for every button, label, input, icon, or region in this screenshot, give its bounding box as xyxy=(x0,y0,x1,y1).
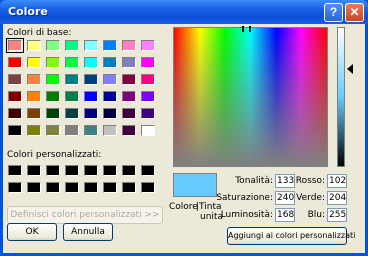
basic-swatch[interactable] xyxy=(103,57,117,68)
color-preview-swatch xyxy=(173,173,217,197)
basic-swatch[interactable] xyxy=(46,125,60,136)
basic-swatch[interactable] xyxy=(65,125,79,136)
custom-swatch[interactable] xyxy=(122,165,136,176)
basic-swatch[interactable] xyxy=(6,38,24,53)
green-field[interactable]: 204 xyxy=(327,191,347,205)
green-label: Verde: xyxy=(296,193,325,203)
basic-swatch[interactable] xyxy=(8,125,22,136)
preview-color-label: Colore xyxy=(169,202,198,212)
luminosity-arrow-icon[interactable] xyxy=(347,64,353,74)
basic-swatch[interactable] xyxy=(84,74,98,85)
cancel-button[interactable]: Annulla xyxy=(63,223,113,241)
basic-swatch[interactable] xyxy=(141,108,155,119)
luminosity-label: Luminosità: xyxy=(220,210,273,220)
basic-swatch[interactable] xyxy=(122,74,136,85)
basic-swatch[interactable] xyxy=(141,125,155,136)
red-label: Rosso: xyxy=(295,176,325,186)
titlebar[interactable]: Colore ? ✕ xyxy=(0,0,368,24)
basic-swatch[interactable] xyxy=(84,40,98,51)
luminosity-bar[interactable] xyxy=(337,27,345,167)
basic-swatch[interactable] xyxy=(65,91,79,102)
basic-swatch[interactable] xyxy=(103,74,117,85)
custom-swatch[interactable] xyxy=(46,182,60,193)
basic-swatch[interactable] xyxy=(65,74,79,85)
basic-swatch[interactable] xyxy=(8,57,22,68)
red-field[interactable]: 102 xyxy=(327,174,347,188)
help-button[interactable]: ? xyxy=(324,3,343,22)
color-dialog: Colore ? ✕ Colori di base: Colori person… xyxy=(0,0,368,256)
custom-swatch[interactable] xyxy=(103,182,117,193)
basic-swatch[interactable] xyxy=(27,57,41,68)
basic-swatch[interactable] xyxy=(27,74,41,85)
blue-field[interactable]: 255 xyxy=(327,208,347,222)
basic-swatch[interactable] xyxy=(46,74,60,85)
basic-swatch[interactable] xyxy=(141,40,155,51)
custom-swatch[interactable] xyxy=(27,165,41,176)
saturation-field[interactable]: 240 xyxy=(275,191,295,205)
basic-colors-label: Colori di base: xyxy=(7,28,72,38)
custom-swatch[interactable] xyxy=(84,165,98,176)
basic-swatch[interactable] xyxy=(8,91,22,102)
spectrum-crosshair-icon xyxy=(242,26,251,32)
dialog-body: Colori di base: Colori personalizzati: D… xyxy=(3,24,365,253)
basic-swatch[interactable] xyxy=(65,57,79,68)
basic-swatch[interactable] xyxy=(103,108,117,119)
basic-swatch[interactable] xyxy=(84,57,98,68)
basic-swatch[interactable] xyxy=(103,91,117,102)
custom-swatch[interactable] xyxy=(84,182,98,193)
basic-swatch[interactable] xyxy=(84,108,98,119)
basic-swatch[interactable] xyxy=(103,125,117,136)
custom-swatch[interactable] xyxy=(122,182,136,193)
basic-swatch[interactable] xyxy=(8,108,22,119)
ok-button[interactable]: OK xyxy=(7,223,57,241)
basic-swatch[interactable] xyxy=(27,108,41,119)
custom-swatch[interactable] xyxy=(141,182,155,193)
hue-label: Tonalità: xyxy=(235,176,273,186)
basic-swatch[interactable] xyxy=(103,40,117,51)
basic-swatch[interactable] xyxy=(141,74,155,85)
basic-swatch[interactable] xyxy=(122,40,136,51)
blue-label: Blu: xyxy=(307,210,325,220)
basic-swatch[interactable] xyxy=(65,40,79,51)
basic-swatch[interactable] xyxy=(46,108,60,119)
color-spectrum[interactable] xyxy=(173,27,328,167)
custom-swatch[interactable] xyxy=(141,165,155,176)
define-custom-colors-button[interactable]: Definisci colori personalizzati >> xyxy=(7,206,163,224)
basic-swatch[interactable] xyxy=(46,40,60,51)
custom-swatch[interactable] xyxy=(65,165,79,176)
basic-swatch[interactable] xyxy=(27,125,41,136)
custom-swatch[interactable] xyxy=(8,182,22,193)
close-button[interactable]: ✕ xyxy=(345,3,364,22)
basic-swatch[interactable] xyxy=(84,91,98,102)
basic-swatch[interactable] xyxy=(122,91,136,102)
basic-swatch[interactable] xyxy=(46,57,60,68)
basic-swatch[interactable] xyxy=(27,91,41,102)
custom-swatch[interactable] xyxy=(65,182,79,193)
basic-swatch[interactable] xyxy=(122,125,136,136)
basic-swatch[interactable] xyxy=(8,74,22,85)
custom-swatch[interactable] xyxy=(8,165,22,176)
basic-swatch[interactable] xyxy=(46,91,60,102)
basic-swatch[interactable] xyxy=(84,125,98,136)
saturation-label: Saturazione: xyxy=(216,193,273,203)
custom-swatch[interactable] xyxy=(27,182,41,193)
basic-swatch[interactable] xyxy=(27,40,41,51)
custom-colors-label: Colori personalizzati: xyxy=(7,150,102,160)
basic-swatch[interactable] xyxy=(141,91,155,102)
custom-swatch[interactable] xyxy=(103,165,117,176)
window-title: Colore xyxy=(8,5,48,18)
basic-swatch[interactable] xyxy=(65,108,79,119)
add-to-custom-colors-button[interactable]: Aggiungi ai colori personalizzati xyxy=(227,227,355,245)
basic-swatch[interactable] xyxy=(141,57,155,68)
custom-swatch[interactable] xyxy=(46,165,60,176)
basic-swatch[interactable] xyxy=(122,108,136,119)
basic-swatch[interactable] xyxy=(122,57,136,68)
hue-field[interactable]: 133 xyxy=(275,174,295,188)
luminosity-field[interactable]: 168 xyxy=(275,208,295,222)
